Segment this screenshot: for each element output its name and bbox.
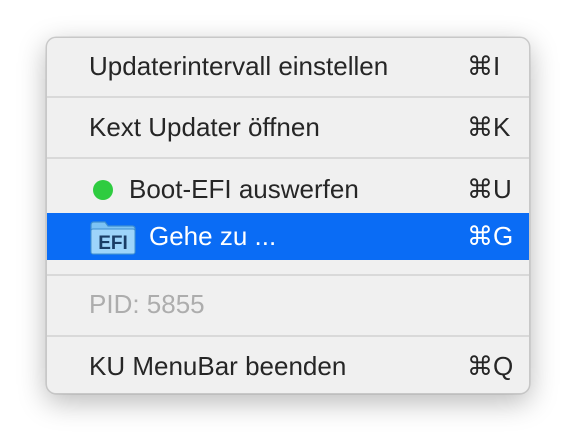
menu-separator xyxy=(47,157,529,159)
menu-separator xyxy=(47,96,529,98)
menu-item-go-to[interactable]: EFI Gehe zu ... ⌘G xyxy=(47,213,529,260)
efi-folder-icon: EFI xyxy=(89,219,137,255)
menu-item-label: Updaterintervall einstellen xyxy=(89,51,389,81)
menu-item-updater-interval[interactable]: Updaterintervall einstellen ⌘I xyxy=(47,43,529,90)
shortcut-label: ⌘K xyxy=(467,112,511,142)
shortcut-label: ⌘G xyxy=(467,221,514,251)
shortcut-label: ⌘Q xyxy=(467,351,514,381)
pid-label: PID: 5855 xyxy=(89,289,205,319)
menu-item-quit-menubar[interactable]: KU MenuBar beenden ⌘Q xyxy=(47,343,529,390)
green-dot-icon xyxy=(93,179,113,200)
menu-separator xyxy=(47,274,529,276)
menu-item-open-kext-updater[interactable]: Kext Updater öffnen ⌘K xyxy=(47,104,529,151)
shortcut-label: ⌘U xyxy=(467,174,512,204)
menu-item-pid: PID: 5855 xyxy=(47,281,529,328)
efi-icon-text: EFI xyxy=(98,233,128,254)
menu-item-label: KU MenuBar beenden xyxy=(89,351,347,381)
menu-separator xyxy=(47,335,529,337)
context-menu: Updaterintervall einstellen ⌘I Kext Upda… xyxy=(46,37,530,394)
menu-item-label: Gehe zu ... xyxy=(149,221,277,251)
menu-item-label: Kext Updater öffnen xyxy=(89,112,320,142)
menu-item-eject-boot-efi[interactable]: Boot-EFI auswerfen ⌘U xyxy=(47,166,529,213)
menu-item-label: Boot-EFI auswerfen xyxy=(129,174,359,204)
shortcut-label: ⌘I xyxy=(467,51,501,81)
